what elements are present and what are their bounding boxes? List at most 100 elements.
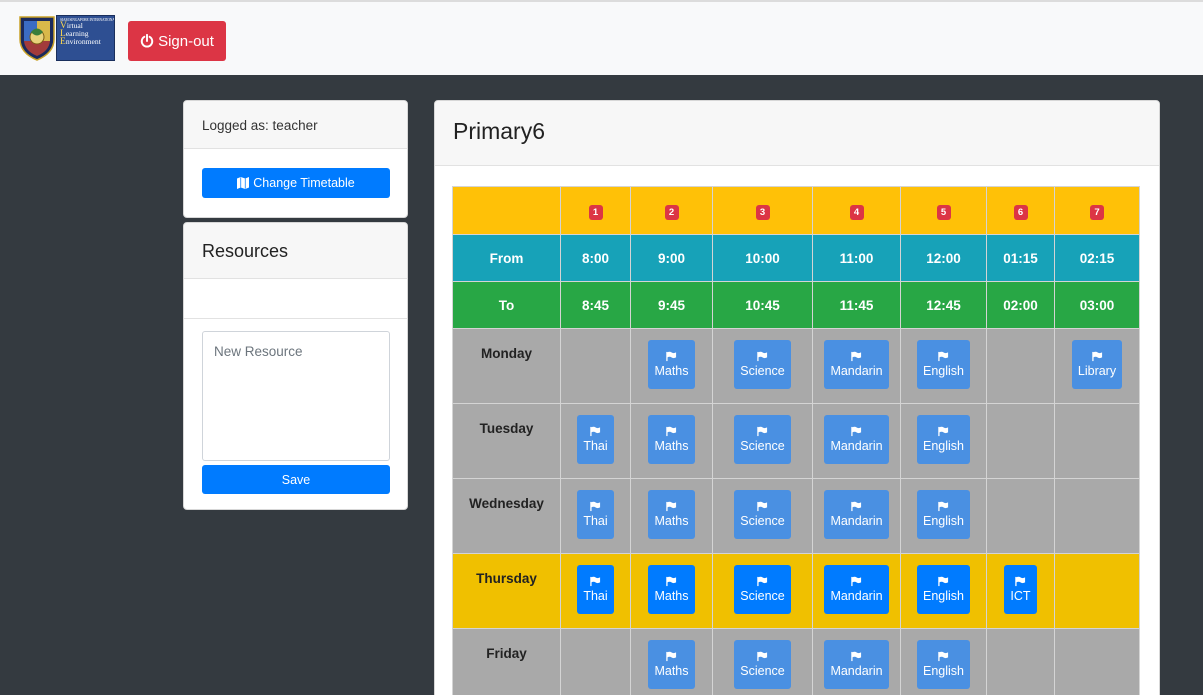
lesson-label: Maths xyxy=(654,589,689,603)
period-header-cell: 7 xyxy=(1054,186,1140,235)
lesson-button-mandarin[interactable]: Mandarin xyxy=(824,415,889,464)
flag-icon xyxy=(938,351,949,362)
corner-cell xyxy=(452,186,561,235)
lesson-button-science[interactable]: Science xyxy=(734,565,791,614)
lesson-cell: Maths xyxy=(630,328,713,404)
lesson-label: Maths xyxy=(654,514,689,528)
school-crest-icon xyxy=(19,16,55,61)
map-icon xyxy=(237,177,250,189)
from-time-cell: 01:15 xyxy=(986,234,1055,282)
lesson-cell: Maths xyxy=(630,478,713,554)
flag-icon xyxy=(851,501,862,512)
lesson-label: ICT xyxy=(1010,589,1031,603)
period-header-cell: 1 xyxy=(560,186,631,235)
power-icon xyxy=(140,34,154,48)
lesson-label: Library xyxy=(1077,364,1117,378)
lesson-label: English xyxy=(923,664,964,678)
lesson-button-maths[interactable]: Maths xyxy=(648,415,695,464)
lesson-label: English xyxy=(923,589,964,603)
day-name-cell: Tuesday xyxy=(452,403,561,479)
lesson-label: English xyxy=(923,439,964,453)
resources-card: Resources Save xyxy=(183,222,408,510)
lesson-button-ict[interactable]: ICT xyxy=(1004,565,1037,614)
lesson-cell: Thai xyxy=(560,403,631,479)
day-name-cell: Wednesday xyxy=(452,478,561,554)
resources-title: Resources xyxy=(184,223,407,279)
flag-icon xyxy=(851,426,862,437)
school-logo[interactable]: SIAM SINGAPORE INTERNATIONAL SCHOOL Virt… xyxy=(19,15,115,63)
to-label: To xyxy=(452,281,561,329)
flag-icon xyxy=(666,501,677,512)
flag-icon xyxy=(757,576,768,587)
lesson-button-english[interactable]: English xyxy=(917,415,970,464)
lesson-cell: Science xyxy=(712,403,813,479)
flag-icon xyxy=(590,426,601,437)
timetable-table: 1 2 3 4 5 6 7 From 8:00 9:00 10:00 11:00 12:00 01:15 0… xyxy=(452,186,1140,695)
flag-icon xyxy=(666,576,677,587)
lesson-label: Maths xyxy=(654,664,689,678)
lesson-cell xyxy=(1054,478,1140,554)
lesson-cell: Science xyxy=(712,628,813,695)
day-row-monday: Monday Maths Science Mandarin English Library xyxy=(452,328,1140,404)
lesson-cell: Maths xyxy=(630,628,713,695)
lesson-cell xyxy=(1054,553,1140,629)
lesson-cell: Mandarin xyxy=(812,328,901,404)
lesson-label: Mandarin xyxy=(830,439,883,453)
lesson-cell xyxy=(986,328,1055,404)
lesson-button-science[interactable]: Science xyxy=(734,640,791,689)
to-time-cell: 8:45 xyxy=(560,281,631,329)
lesson-button-library[interactable]: Library xyxy=(1071,340,1123,389)
to-time-row: To 8:45 9:45 10:45 11:45 12:45 02:00 03:00 xyxy=(452,281,1140,329)
lesson-button-maths[interactable]: Maths xyxy=(648,565,695,614)
lesson-cell xyxy=(986,478,1055,554)
lesson-button-science[interactable]: Science xyxy=(734,490,791,539)
login-card: Logged as: teacher Change Timetable xyxy=(183,100,408,218)
flag-icon xyxy=(851,651,862,662)
lesson-cell: English xyxy=(900,553,987,629)
lesson-button-maths[interactable]: Maths xyxy=(648,340,695,389)
change-timetable-button[interactable]: Change Timetable xyxy=(202,168,390,198)
lesson-label: Science xyxy=(740,439,785,453)
lesson-button-science[interactable]: Science xyxy=(734,340,791,389)
lesson-button-english[interactable]: English xyxy=(917,490,970,539)
lesson-button-maths[interactable]: Maths xyxy=(648,640,695,689)
lesson-button-thai[interactable]: Thai xyxy=(577,490,614,539)
flag-icon xyxy=(851,576,862,587)
from-time-cell: 10:00 xyxy=(712,234,813,282)
lesson-cell: Science xyxy=(712,328,813,404)
lesson-button-science[interactable]: Science xyxy=(734,415,791,464)
flag-icon xyxy=(757,501,768,512)
from-time-cell: 11:00 xyxy=(812,234,901,282)
lesson-cell: Mandarin xyxy=(812,628,901,695)
lesson-button-thai[interactable]: Thai xyxy=(577,415,614,464)
from-time-cell: 9:00 xyxy=(630,234,713,282)
day-name-cell: Thursday xyxy=(452,553,561,629)
lesson-button-english[interactable]: English xyxy=(917,565,970,614)
save-resource-button[interactable]: Save xyxy=(202,465,390,494)
lesson-button-mandarin[interactable]: Mandarin xyxy=(824,490,889,539)
lesson-cell: Science xyxy=(712,478,813,554)
lesson-button-mandarin[interactable]: Mandarin xyxy=(824,340,889,389)
lesson-cell: English xyxy=(900,628,987,695)
logged-as-label: Logged as: teacher xyxy=(184,101,407,149)
lesson-cell: Maths xyxy=(630,403,713,479)
sign-out-button[interactable]: Sign-out xyxy=(128,21,226,61)
lesson-button-mandarin[interactable]: Mandarin xyxy=(824,565,889,614)
to-time-cell: 10:45 xyxy=(712,281,813,329)
lesson-label: Mandarin xyxy=(830,514,883,528)
lesson-cell xyxy=(986,628,1055,695)
lesson-button-maths[interactable]: Maths xyxy=(648,490,695,539)
flag-icon xyxy=(938,426,949,437)
day-row-thursday: Thursday Thai Maths Science Mandarin English I… xyxy=(452,553,1140,629)
lesson-button-thai[interactable]: Thai xyxy=(577,565,614,614)
to-time-cell: 12:45 xyxy=(900,281,987,329)
lesson-button-mandarin[interactable]: Mandarin xyxy=(824,640,889,689)
lesson-button-english[interactable]: English xyxy=(917,640,970,689)
period-header-cell: 5 xyxy=(900,186,987,235)
new-resource-input[interactable] xyxy=(202,331,390,461)
flag-icon xyxy=(666,351,677,362)
flag-icon xyxy=(590,501,601,512)
flag-icon xyxy=(757,426,768,437)
lesson-button-english[interactable]: English xyxy=(917,340,970,389)
flag-icon xyxy=(1015,576,1026,587)
